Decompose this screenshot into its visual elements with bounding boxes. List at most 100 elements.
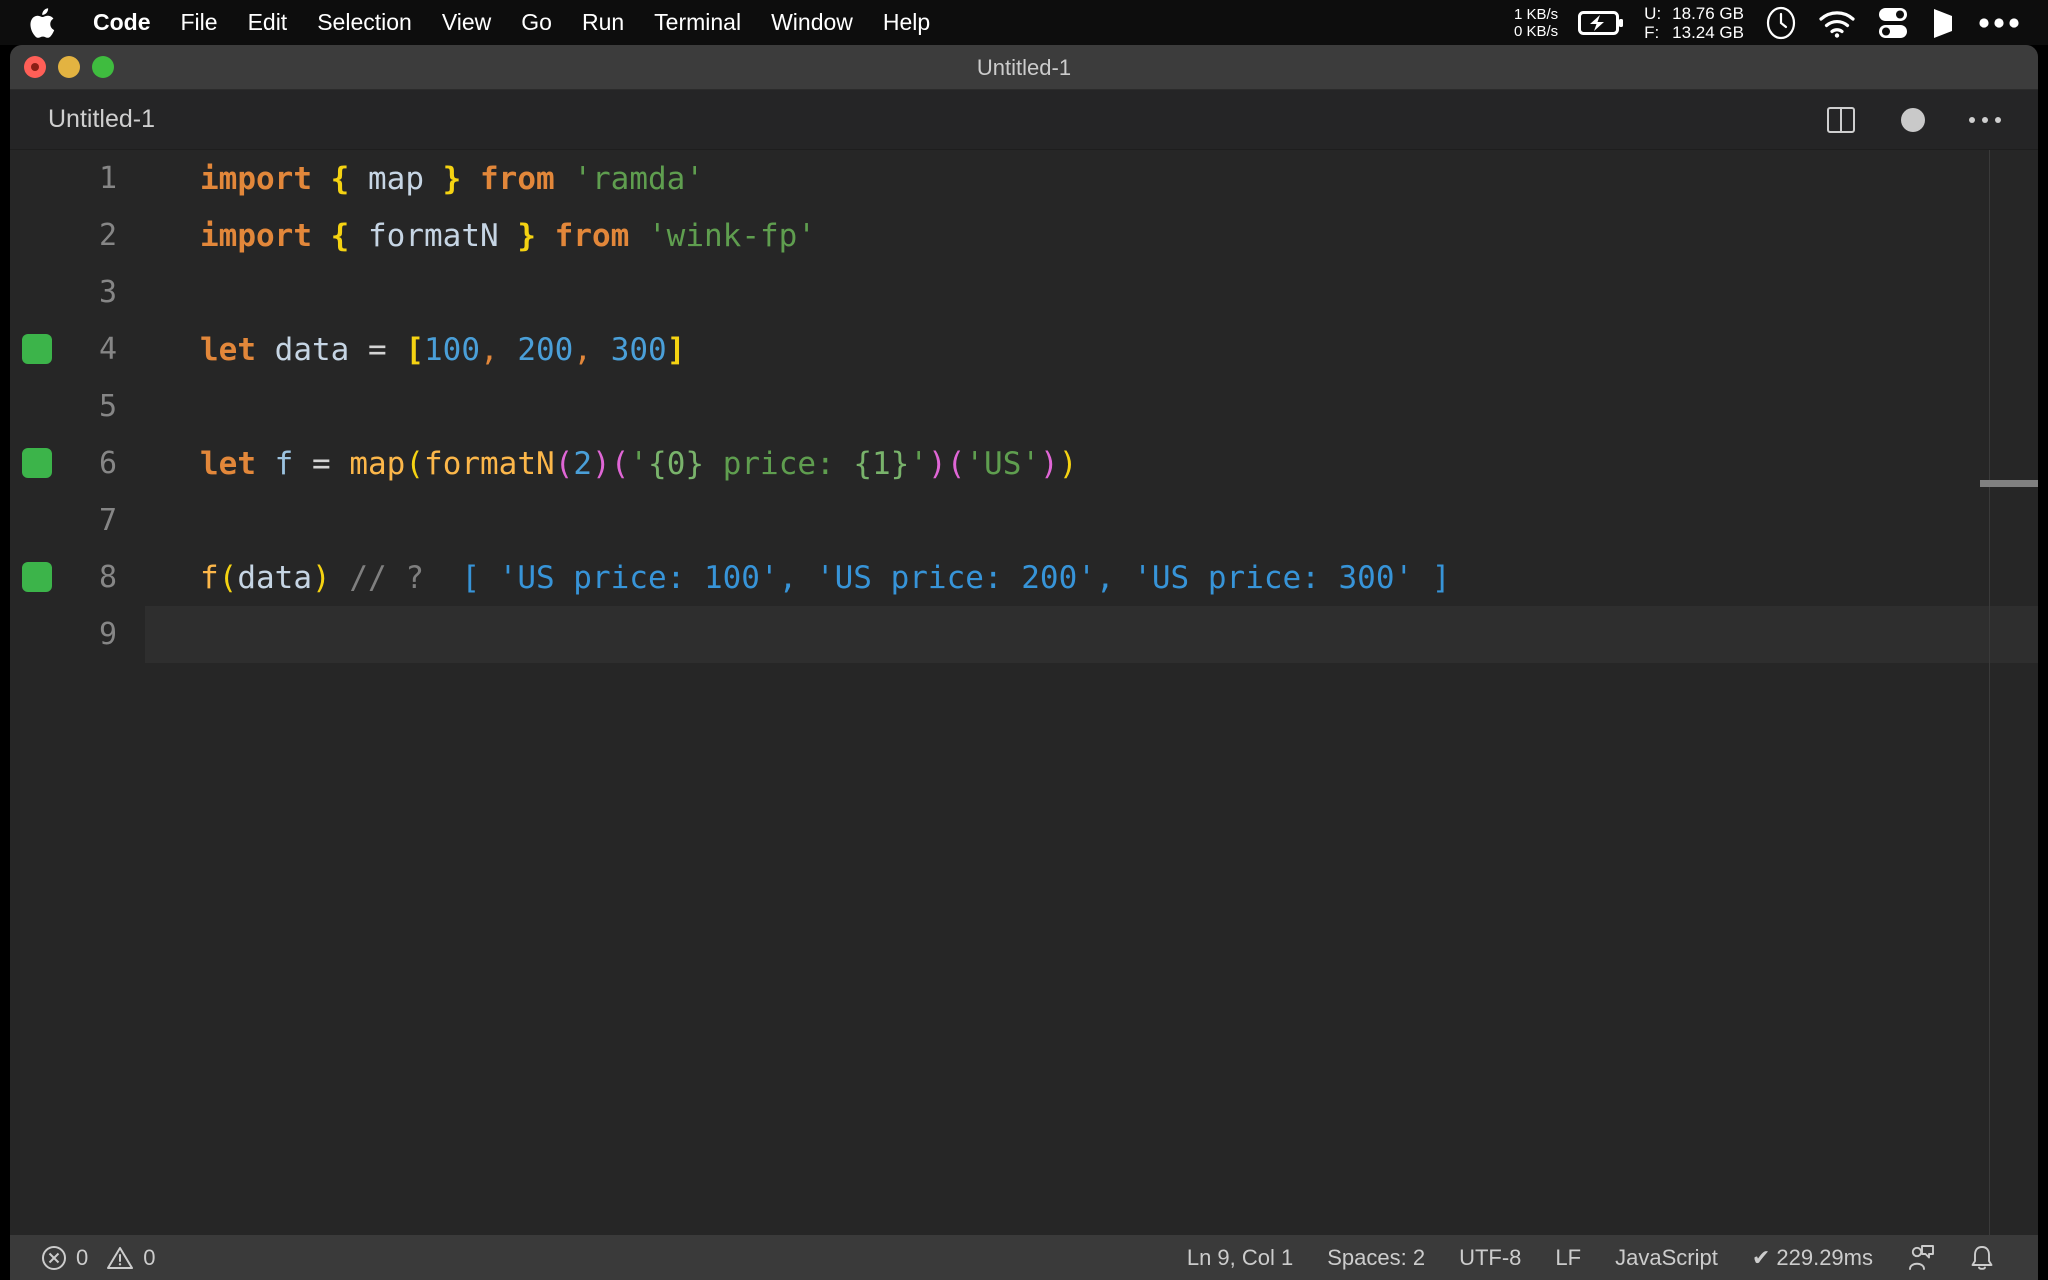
code-token: { <box>330 160 350 197</box>
code-token: ) <box>1058 445 1078 482</box>
window-title: Untitled-1 <box>976 55 1072 80</box>
menu-item-selection[interactable]: Selection <box>302 0 427 45</box>
line-number: 3 <box>98 275 117 310</box>
code-token: ( <box>610 445 630 482</box>
code-token: ) <box>1040 445 1059 482</box>
flag-icon[interactable] <box>1920 7 1968 39</box>
code-token: [ <box>405 331 425 368</box>
disk-used-value: 18.76 GB <box>1672 3 1744 23</box>
traffic-lights <box>10 56 114 78</box>
code-token: let <box>200 331 256 368</box>
feedback-person-icon[interactable] <box>1890 1244 1952 1272</box>
line-content[interactable]: let f = map(formatN(2)(' {0} price: {1} ')… <box>145 435 2038 492</box>
cursor-position[interactable]: Ln 9, Col 1 <box>1170 1245 1310 1271</box>
more-actions-icon[interactable] <box>1968 103 2002 137</box>
bell-icon[interactable] <box>1952 1244 2012 1272</box>
language-mode[interactable]: JavaScript <box>1598 1245 1735 1271</box>
code-token: // ? <box>349 559 424 596</box>
quokka-live-marker-icon <box>22 334 52 364</box>
split-editor-icon[interactable] <box>1824 103 1858 137</box>
code-line[interactable]: 9 <box>10 606 2038 663</box>
disk-used-label: U: <box>1644 3 1662 23</box>
problems-status[interactable]: 0 0 <box>24 1245 173 1271</box>
tab-untitled-1[interactable]: Untitled-1 <box>10 105 155 134</box>
minimize-button[interactable] <box>58 56 80 78</box>
code-line[interactable]: 8 f(data) // ? [ 'US price: 100', 'US pri… <box>10 549 2038 606</box>
code-line[interactable]: 1 import { map } from 'ramda' <box>10 150 2038 207</box>
scrollbar-track[interactable] <box>1989 150 1990 1235</box>
code-token: ( <box>218 559 238 596</box>
close-button[interactable] <box>24 56 46 78</box>
line-content[interactable] <box>145 492 2038 549</box>
ellipsis-icon[interactable] <box>1968 17 2030 29</box>
warning-count: 0 <box>143 1244 156 1270</box>
code-token: ' <box>909 445 929 482</box>
menu-item-go[interactable]: Go <box>506 0 567 45</box>
line-content[interactable] <box>145 378 2038 435</box>
menu-item-window[interactable]: Window <box>756 0 868 45</box>
line-content[interactable]: import { formatN } from 'wink-fp' <box>145 207 2038 264</box>
quokka-live-marker-icon <box>22 562 52 592</box>
status-bar-right: Ln 9, Col 1 Spaces: 2 UTF-8 LF JavaScrip… <box>1170 1244 2038 1272</box>
line-content[interactable]: let data = [100, 200, 300] <box>145 321 2038 378</box>
menu-item-view[interactable]: View <box>427 0 506 45</box>
encoding-setting[interactable]: UTF-8 <box>1442 1245 1538 1271</box>
disk-usage-indicator[interactable]: U: 18.76 GB F: 13.24 GB <box>1634 4 1754 42</box>
warning-triangle-icon <box>106 1245 134 1271</box>
line-content[interactable]: f(data) // ? [ 'US price: 100', 'US pric… <box>145 549 2038 606</box>
code-line[interactable]: 6 let f = map(formatN(2)(' {0} price: {1} '… <box>10 435 2038 492</box>
wifi-icon[interactable] <box>1808 8 1866 38</box>
menu-item-code[interactable]: Code <box>78 0 166 45</box>
line-number: 1 <box>98 161 117 196</box>
menu-item-file[interactable]: File <box>166 0 233 45</box>
code-token: 300 <box>610 331 667 368</box>
apple-logo-icon[interactable] <box>30 7 56 38</box>
code-line[interactable]: 5 <box>10 378 2038 435</box>
eol-setting[interactable]: LF <box>1538 1245 1598 1271</box>
maximize-button[interactable] <box>92 56 114 78</box>
unsaved-dot-icon[interactable] <box>1896 103 1930 137</box>
menu-item-help[interactable]: Help <box>868 0 945 45</box>
code-line[interactable]: 7 <box>10 492 2038 549</box>
overview-ruler-mark <box>1980 480 2038 487</box>
code-line[interactable]: 4 let data = [100, 200, 300] <box>10 321 2038 378</box>
network-download-speed: 0 KB/s <box>1513 22 1559 40</box>
code-editor[interactable]: 1 import { map } from 'ramda' 2 import { fo… <box>10 150 2038 1235</box>
quokka-live-marker-icon <box>22 448 52 478</box>
battery-charging-icon[interactable] <box>1568 10 1634 36</box>
menu-item-run[interactable]: Run <box>567 0 639 45</box>
code-token: 2 <box>573 445 593 482</box>
code-token: map <box>349 445 406 482</box>
line-number: 9 <box>98 617 117 652</box>
code-token: let <box>200 445 256 482</box>
code-token: ] <box>666 331 686 368</box>
control-center-icon[interactable] <box>1866 7 1920 39</box>
clock-icon[interactable] <box>1754 6 1808 40</box>
menu-item-terminal[interactable]: Terminal <box>639 0 756 45</box>
disk-free-value: 13.24 GB <box>1672 22 1744 42</box>
menu-item-edit[interactable]: Edit <box>233 0 303 45</box>
quokka-status[interactable]: ✔ 229.29ms <box>1735 1245 1890 1271</box>
network-speed-indicator[interactable]: 1 KB/s 0 KB/s <box>1504 6 1568 40</box>
editor-tab-bar: Untitled-1 <box>10 90 2038 150</box>
code-line[interactable]: 2 import { formatN } from 'wink-fp' <box>10 207 2038 264</box>
code-token: from <box>480 160 555 197</box>
menu-bar-left-group: Code File Edit Selection View Go Run Ter… <box>0 0 945 45</box>
vscode-window: Untitled-1 Untitled-1 1 import { map } fr… <box>10 45 2038 1280</box>
line-content[interactable] <box>145 264 2038 321</box>
code-line[interactable]: 3 <box>10 264 2038 321</box>
line-content[interactable] <box>145 606 2038 663</box>
code-token: 'US' <box>965 445 1041 482</box>
indentation-setting[interactable]: Spaces: 2 <box>1310 1245 1442 1271</box>
code-token: map <box>368 160 424 197</box>
code-token: , <box>573 331 593 368</box>
line-content[interactable]: import { map } from 'ramda' <box>145 150 2038 207</box>
